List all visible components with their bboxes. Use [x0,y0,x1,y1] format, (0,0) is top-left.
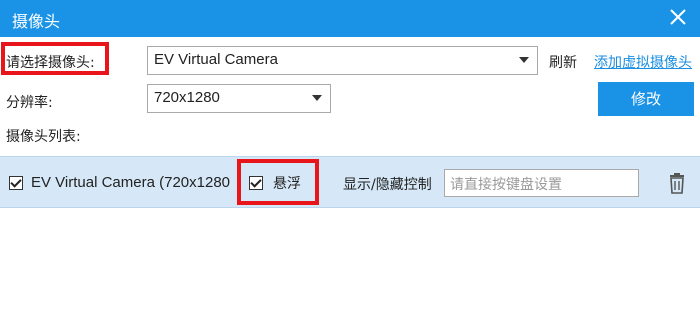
toggle-control-label: 显示/隐藏控制 [343,177,432,193]
window-title: 摄像头 [12,12,61,31]
camera-select[interactable]: EV Virtual Camera [147,46,538,75]
add-virtual-camera-link[interactable]: 添加虚拟摄像头 [594,52,692,72]
camera-enable-checkbox[interactable] [9,176,23,190]
checkmark-icon [10,176,22,188]
resolution-select[interactable]: 720x1280 [147,84,331,113]
refresh-button[interactable]: 刷新 [549,52,577,72]
camera-list-row: EV Virtual Camera (720x1280 悬浮 显示/隐藏控制 请… [0,156,700,208]
checkmark-icon [250,176,262,188]
chevron-down-icon [519,57,529,63]
highlight-box [1,42,109,75]
resolution-label: 分辨率: [6,95,53,111]
float-checkbox[interactable] [249,176,263,190]
hotkey-input[interactable]: 请直接按键盘设置 [444,169,639,197]
camera-name: EV Virtual Camera (720x1280 [31,174,230,191]
camera-select-value: EV Virtual Camera [154,51,278,68]
title-bar: 摄像头 [0,0,700,37]
resolution-select-value: 720x1280 [154,89,220,106]
close-icon[interactable] [666,5,690,29]
camera-list-label: 摄像头列表: [6,129,81,145]
float-label: 悬浮 [273,176,301,192]
edit-button[interactable]: 修改 [598,82,694,116]
trash-icon[interactable] [665,171,689,195]
chevron-down-icon [312,95,322,101]
